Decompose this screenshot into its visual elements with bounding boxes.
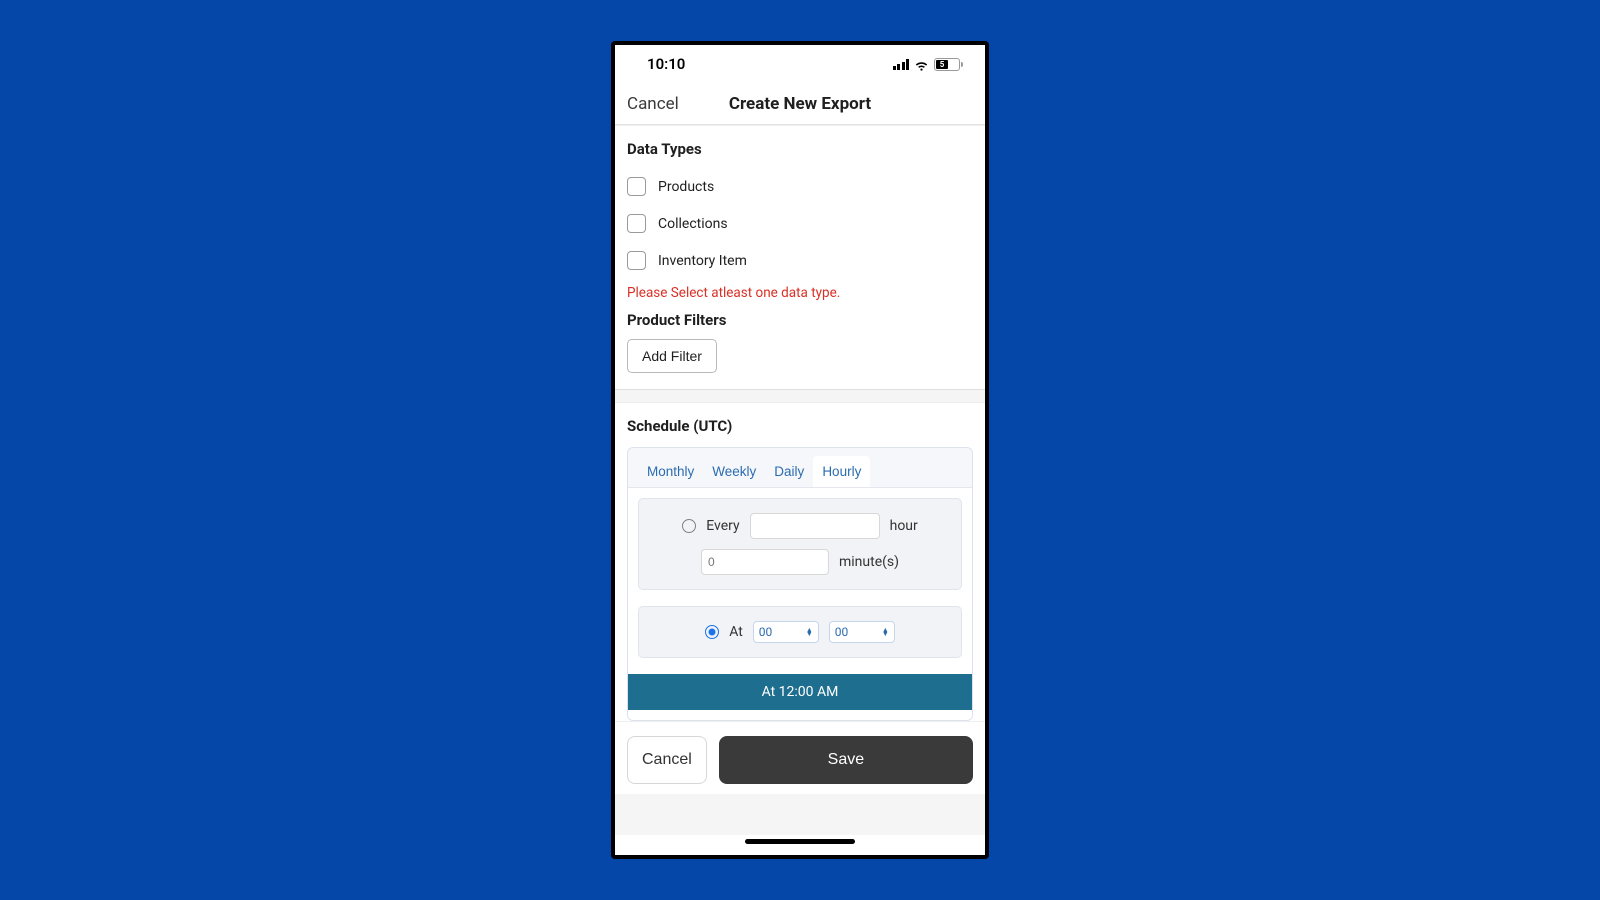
select-arrows-icon: ▲▼ xyxy=(806,628,813,636)
select-arrows-icon: ▲▼ xyxy=(882,628,889,636)
minutes-label: minute(s) xyxy=(839,554,899,570)
schedule-tabpanel: Every hour minute(s) At xyxy=(628,487,972,720)
nav-cancel-button[interactable]: Cancel xyxy=(627,94,679,114)
cellular-bars-icon xyxy=(893,59,910,70)
hour-label: hour xyxy=(890,518,918,534)
schedule-heading: Schedule (UTC) xyxy=(627,417,973,435)
at-hour-select[interactable]: 00 ▲▼ xyxy=(753,621,819,643)
every-minutes-input[interactable] xyxy=(701,549,829,575)
select-value: 00 xyxy=(759,625,773,639)
tab-weekly[interactable]: Weekly xyxy=(703,456,765,487)
status-icons: 5 xyxy=(893,58,964,71)
tab-daily[interactable]: Daily xyxy=(765,456,813,487)
checkbox-label: Inventory Item xyxy=(658,253,747,269)
tab-monthly[interactable]: Monthly xyxy=(638,456,703,487)
checkbox-icon xyxy=(627,177,646,196)
at-minute-select[interactable]: 00 ▲▼ xyxy=(829,621,895,643)
schedule-option-at[interactable]: At 00 ▲▼ 00 ▲▼ xyxy=(638,606,962,658)
select-value: 00 xyxy=(835,625,849,639)
schedule-card: Schedule (UTC) Monthly Weekly Daily Hour… xyxy=(615,402,985,722)
cancel-button[interactable]: Cancel xyxy=(627,736,707,784)
checkbox-label: Collections xyxy=(658,216,728,232)
schedule-box: Monthly Weekly Daily Hourly Every hour xyxy=(627,447,973,721)
every-label: Every xyxy=(706,518,739,534)
data-types-heading: Data Types xyxy=(627,140,973,158)
home-indicator xyxy=(615,835,985,855)
content-scroll[interactable]: Data Types Products Collections Inventor… xyxy=(615,125,985,835)
checkbox-label: Products xyxy=(658,179,714,195)
checkbox-icon xyxy=(627,214,646,233)
every-hour-input[interactable] xyxy=(750,513,880,539)
checkbox-products[interactable]: Products xyxy=(627,168,973,205)
radio-at[interactable] xyxy=(705,625,719,639)
data-types-error: Please Select atleast one data type. xyxy=(627,285,973,301)
add-filter-button[interactable]: Add Filter xyxy=(627,339,717,373)
page-title: Create New Export xyxy=(729,94,871,114)
save-button[interactable]: Save xyxy=(719,736,973,784)
at-label: At xyxy=(729,624,743,640)
status-bar: 10:10 5 xyxy=(615,45,985,83)
battery-icon: 5 xyxy=(934,58,963,71)
checkbox-icon xyxy=(627,251,646,270)
phone-frame: 10:10 5 Cancel Create New Export Data Ty… xyxy=(611,41,989,859)
radio-every[interactable] xyxy=(682,519,696,533)
tab-hourly[interactable]: Hourly xyxy=(813,456,870,487)
schedule-tabs: Monthly Weekly Daily Hourly xyxy=(628,448,972,487)
footer-actions: Cancel Save xyxy=(615,722,985,794)
modal-nav: Cancel Create New Export xyxy=(615,83,985,125)
data-types-card: Data Types Products Collections Inventor… xyxy=(615,125,985,390)
checkbox-collections[interactable]: Collections xyxy=(627,205,973,242)
schedule-summary: At 12:00 AM xyxy=(628,674,972,710)
product-filters-heading: Product Filters xyxy=(627,311,973,329)
home-bar-icon xyxy=(745,839,855,844)
schedule-option-every[interactable]: Every hour minute(s) xyxy=(638,498,962,590)
wifi-icon xyxy=(913,58,930,70)
checkbox-inventory-item[interactable]: Inventory Item xyxy=(627,242,973,279)
status-time: 10:10 xyxy=(647,55,685,73)
